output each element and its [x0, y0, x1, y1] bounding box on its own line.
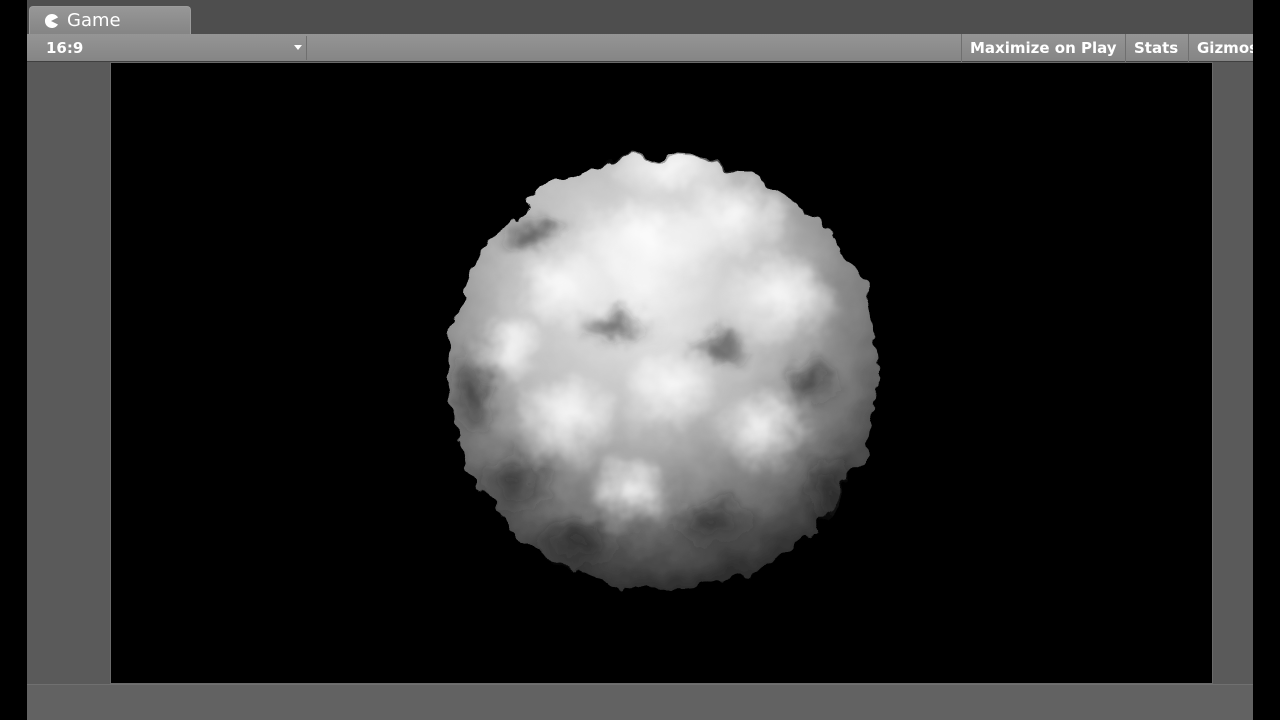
- tab-game[interactable]: Game: [29, 6, 191, 34]
- bottom-bar: [27, 684, 1253, 720]
- gizmos-button[interactable]: Gizmos: [1188, 34, 1253, 62]
- tab-label: Game: [67, 10, 121, 31]
- viewport-area: [27, 62, 1253, 720]
- game-view[interactable]: [110, 62, 1213, 684]
- game-window: Game 16:9 Maximize on Play Stats Gizmos: [27, 0, 1253, 720]
- noise-sphere: [446, 155, 879, 589]
- maximize-on-play-button[interactable]: Maximize on Play: [961, 34, 1125, 62]
- tab-strip: Game: [27, 0, 1253, 34]
- pacman-icon: [44, 14, 58, 29]
- game-toolbar: 16:9 Maximize on Play Stats Gizmos: [27, 34, 1253, 62]
- chevron-down-icon: [294, 45, 302, 50]
- aspect-ratio-value: 16:9: [46, 39, 84, 57]
- stats-button[interactable]: Stats: [1125, 34, 1188, 62]
- aspect-ratio-dropdown[interactable]: 16:9: [35, 36, 307, 60]
